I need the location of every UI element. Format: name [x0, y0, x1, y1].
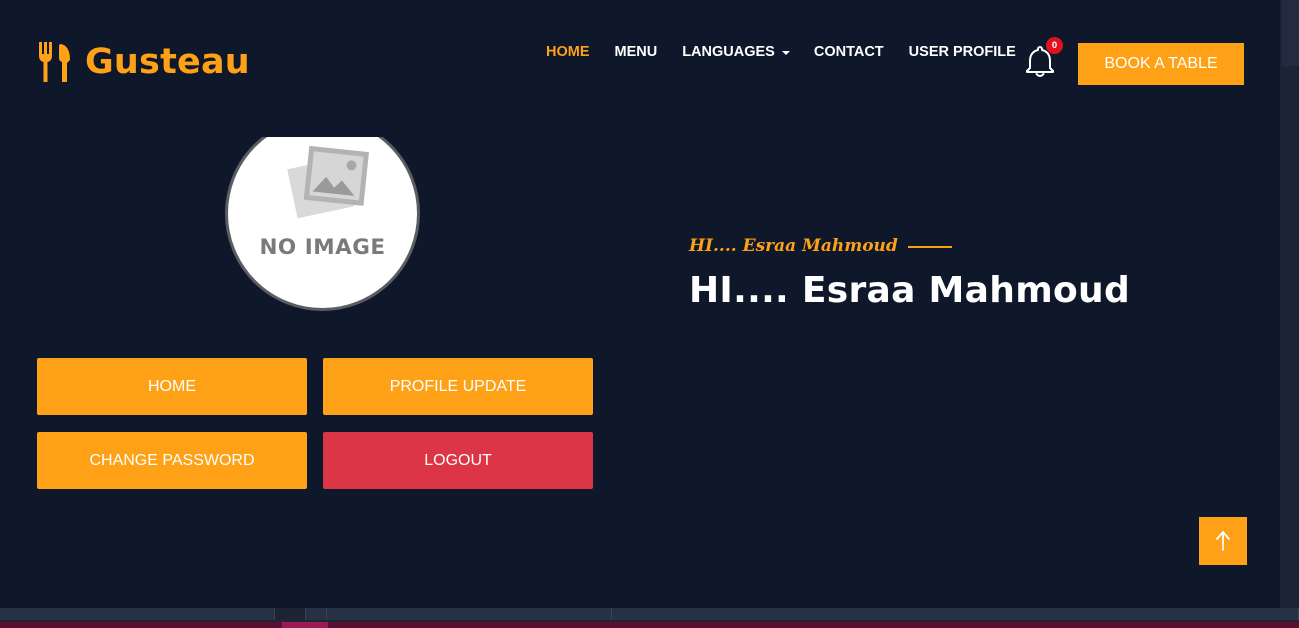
arrow-up-icon	[1216, 531, 1230, 551]
book-a-table-button[interactable]: BOOK A TABLE	[1078, 43, 1244, 85]
greeting-small-text: HI.... Esraa Mahmoud	[689, 236, 898, 256]
avatar-mask	[200, 100, 460, 137]
no-image-label: NO IMAGE	[259, 235, 386, 260]
profile-update-button[interactable]: PROFILE UPDATE	[323, 358, 593, 415]
divider-line	[907, 246, 952, 248]
scrollbar-thumb[interactable]	[1282, 0, 1299, 66]
avatar: NO IMAGE	[225, 116, 420, 311]
utensils-icon	[39, 42, 70, 82]
image-placeholder-icon	[287, 145, 370, 219]
nav-languages[interactable]: LANGUAGES	[682, 44, 790, 60]
brand-name: Gusteau	[85, 41, 250, 82]
home-button[interactable]: HOME	[37, 358, 307, 415]
main-nav: HOME MENU LANGUAGES CONTACT USER PROFILE	[546, 44, 1016, 60]
frame-segment	[275, 608, 306, 620]
frame-segment	[612, 608, 1299, 620]
bottom-frame	[0, 608, 1299, 628]
nav-menu[interactable]: MENU	[615, 44, 658, 60]
nav-user-profile[interactable]: USER PROFILE	[909, 44, 1016, 60]
scrollbar[interactable]	[1280, 0, 1299, 608]
brand-logo[interactable]: Gusteau	[37, 40, 250, 84]
back-to-top-button[interactable]	[1199, 517, 1247, 565]
change-password-button[interactable]: CHANGE PASSWORD	[37, 432, 307, 489]
frame-strip-mark	[282, 622, 328, 628]
nav-home[interactable]: HOME	[546, 44, 590, 60]
frame-segment	[327, 608, 612, 620]
page: Gusteau HOME MENU LANGUAGES CONTACT USER…	[0, 0, 1280, 608]
logout-button[interactable]: LOGOUT	[323, 432, 593, 489]
notification-count-badge: 0	[1046, 37, 1063, 54]
greeting-subtitle: HI.... Esraa Mahmoud	[689, 236, 952, 256]
frame-strip	[0, 622, 1299, 628]
nav-languages-label: LANGUAGES	[682, 44, 775, 60]
frame-segment	[0, 608, 275, 620]
frame-segment	[306, 608, 327, 620]
caret-down-icon	[781, 50, 790, 55]
greeting-title: HI.... Esraa Mahmoud	[689, 270, 1131, 311]
nav-contact[interactable]: CONTACT	[814, 44, 884, 60]
